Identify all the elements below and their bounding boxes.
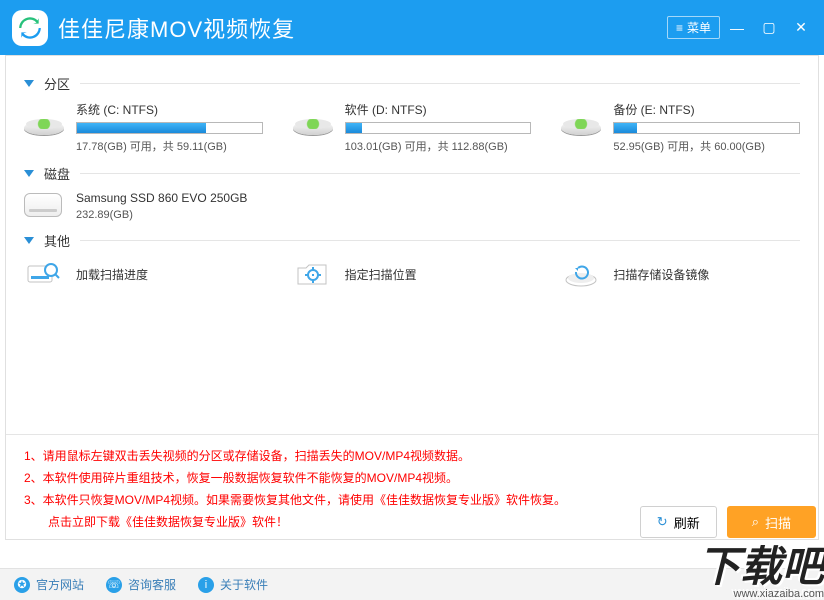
usage-bar <box>76 122 263 134</box>
footer-support-link[interactable]: ☏ 咨询客服 <box>106 576 176 593</box>
action-bar: ↻ 刷新 ⌕ 扫描 <box>640 506 816 538</box>
footer-bar: ✪ 官方网站 ☏ 咨询客服 i 关于软件 <box>0 568 824 600</box>
divider <box>80 240 800 241</box>
main-content: 分区 系统 (C: NTFS) 17.78(GB) 可用，共 59.11(GB)… <box>5 55 819 540</box>
disks-row: Samsung SSD 860 EVO 250GB 232.89(GB) <box>24 191 800 221</box>
magnifier-progress-icon <box>24 258 64 290</box>
section-label: 分区 <box>44 74 70 93</box>
menu-button[interactable]: ≡ 菜单 <box>667 16 720 39</box>
section-header-partitions[interactable]: 分区 <box>24 74 800 93</box>
titlebar: 佳佳尼康MOV视频恢复 ≡ 菜单 — ▢ ✕ <box>0 0 824 55</box>
divider <box>80 173 800 174</box>
globe-icon: ✪ <box>14 577 30 593</box>
partition-stats: 52.95(GB) 可用，共 60.00(GB) <box>613 138 800 154</box>
partition-name: 系统 (C: NTFS) <box>76 101 263 118</box>
chevron-down-icon <box>24 80 34 87</box>
drive-icon <box>561 103 601 135</box>
app-title: 佳佳尼康MOV视频恢复 <box>58 12 295 44</box>
partition-info: 系统 (C: NTFS) 17.78(GB) 可用，共 59.11(GB) <box>76 101 263 154</box>
menu-label: 菜单 <box>687 19 711 36</box>
refresh-icon: ↻ <box>657 514 668 530</box>
info-icon: i <box>198 577 214 593</box>
partition-name: 软件 (D: NTFS) <box>345 101 532 118</box>
note-line-2: 2、本软件使用碎片重组技术，恢复一般数据恢复软件不能恢复的MOV/MP4视频。 <box>24 467 800 489</box>
section-header-disks[interactable]: 磁盘 <box>24 164 800 183</box>
maximize-button[interactable]: ▢ <box>754 16 784 40</box>
other-load-progress[interactable]: 加载扫描进度 <box>24 258 263 290</box>
footer-website-link[interactable]: ✪ 官方网站 <box>14 576 84 593</box>
partition-item[interactable]: 系统 (C: NTFS) 17.78(GB) 可用，共 59.11(GB) <box>24 101 263 154</box>
folder-target-icon <box>293 258 333 290</box>
menu-lines-icon: ≡ <box>676 21 683 35</box>
refresh-button[interactable]: ↻ 刷新 <box>640 506 717 538</box>
note-line-1: 1、请用鼠标左键双击丢失视频的分区或存储设备，扫描丢失的MOV/MP4视频数据。 <box>24 445 800 467</box>
footer-about-link[interactable]: i 关于软件 <box>198 576 268 593</box>
scan-label: 扫描 <box>765 513 791 532</box>
other-label: 扫描存储设备镜像 <box>613 266 709 283</box>
partition-stats: 103.01(GB) 可用，共 112.88(GB) <box>345 138 532 154</box>
other-scan-image[interactable]: 扫描存储设备镜像 <box>561 258 800 290</box>
other-label: 加载扫描进度 <box>76 266 148 283</box>
usage-bar <box>613 122 800 134</box>
close-button[interactable]: ✕ <box>786 16 816 40</box>
others-row: 加载扫描进度 指定扫描位置 扫描存储设备镜像 <box>24 258 800 290</box>
disk-refresh-icon <box>561 258 601 290</box>
footer-label: 咨询客服 <box>128 576 176 593</box>
search-icon: ⌕ <box>752 514 759 530</box>
drive-icon <box>293 103 333 135</box>
partition-info: 备份 (E: NTFS) 52.95(GB) 可用，共 60.00(GB) <box>613 101 800 154</box>
partition-item[interactable]: 软件 (D: NTFS) 103.01(GB) 可用，共 112.88(GB) <box>293 101 532 154</box>
partition-info: 软件 (D: NTFS) 103.01(GB) 可用，共 112.88(GB) <box>345 101 532 154</box>
divider <box>80 83 800 84</box>
refresh-label: 刷新 <box>674 513 700 532</box>
partitions-row: 系统 (C: NTFS) 17.78(GB) 可用，共 59.11(GB) 软件… <box>24 101 800 154</box>
partition-name: 备份 (E: NTFS) <box>613 101 800 118</box>
download-pro-link[interactable]: 点击立即下载《佳佳数据恢复专业版》软件！ <box>48 515 288 529</box>
app-logo-icon <box>12 10 48 46</box>
partition-stats: 17.78(GB) 可用，共 59.11(GB) <box>76 138 263 154</box>
disk-info: Samsung SSD 860 EVO 250GB 232.89(GB) <box>76 191 247 221</box>
section-header-others[interactable]: 其他 <box>24 231 800 250</box>
disk-item[interactable]: Samsung SSD 860 EVO 250GB 232.89(GB) <box>24 191 264 221</box>
other-specify-location[interactable]: 指定扫描位置 <box>293 258 532 290</box>
section-label: 磁盘 <box>44 164 70 183</box>
chevron-down-icon <box>24 170 34 177</box>
section-label: 其他 <box>44 231 70 250</box>
headset-icon: ☏ <box>106 577 122 593</box>
scan-button[interactable]: ⌕ 扫描 <box>727 506 816 538</box>
chevron-down-icon <box>24 237 34 244</box>
footer-label: 官方网站 <box>36 576 84 593</box>
window-controls: ≡ 菜单 — ▢ ✕ <box>667 16 816 40</box>
disk-name: Samsung SSD 860 EVO 250GB <box>76 191 247 205</box>
disk-size: 232.89(GB) <box>76 209 247 221</box>
hdd-icon <box>24 191 64 221</box>
partition-item[interactable]: 备份 (E: NTFS) 52.95(GB) 可用，共 60.00(GB) <box>561 101 800 154</box>
drive-icon <box>24 103 64 135</box>
other-label: 指定扫描位置 <box>345 266 417 283</box>
footer-label: 关于软件 <box>220 576 268 593</box>
usage-bar <box>345 122 532 134</box>
minimize-button[interactable]: — <box>722 16 752 40</box>
